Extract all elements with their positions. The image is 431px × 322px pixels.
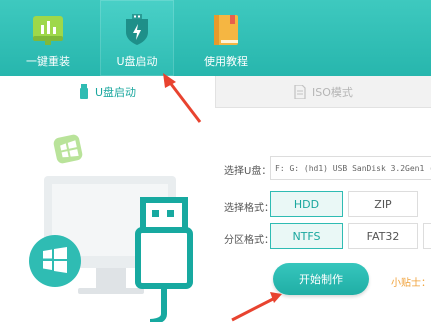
option-fat32[interactable]: FAT32 xyxy=(348,223,418,249)
windows-badge-icon xyxy=(53,134,83,164)
option-hdd[interactable]: HDD xyxy=(270,191,343,217)
chart-board-icon xyxy=(33,16,63,45)
mode-tabs: U盘启动 ISO模式 xyxy=(0,76,431,108)
option-label: NTFS xyxy=(292,229,321,243)
nav-one-click-reinstall[interactable]: 一键重装 xyxy=(12,0,84,76)
red-arrow-icon xyxy=(231,292,282,322)
document-icon xyxy=(294,84,306,99)
windows-logo-icon xyxy=(29,235,81,287)
start-make-button[interactable]: 开始制作 xyxy=(273,263,369,295)
usb-icon xyxy=(79,84,88,99)
tab-iso-mode[interactable]: ISO模式 xyxy=(215,76,431,108)
usb-computer-illustration xyxy=(29,134,193,322)
tab-label: U盘启动 xyxy=(94,86,137,99)
nav-label: 使用教程 xyxy=(204,55,248,68)
usb-plug-icon xyxy=(135,197,193,322)
udisk-select[interactable]: F: G: (hd1) USB SanDisk 3.2Gen1 (U盘) xyxy=(270,156,431,180)
boot-format-label: 选择格式： xyxy=(224,203,274,214)
option-label: FAT32 xyxy=(366,229,400,243)
nav-label: U盘启动 xyxy=(116,55,158,68)
book-icon xyxy=(214,15,238,45)
option-more[interactable] xyxy=(423,223,431,249)
usb-shield-icon xyxy=(126,14,148,45)
tab-usb-boot[interactable]: U盘启动 xyxy=(0,76,215,108)
option-ntfs[interactable]: NTFS xyxy=(270,223,343,249)
option-zip[interactable]: ZIP xyxy=(348,191,418,217)
tab-label: ISO模式 xyxy=(312,85,353,99)
udisk-value: F: G: (hd1) USB SanDisk 3.2Gen1 (U盘) xyxy=(275,164,431,173)
top-nav-bar: 一键重装 U盘启动 使用教程 xyxy=(0,0,431,76)
nav-label: 一键重装 xyxy=(26,55,70,68)
partition-format-label: 分区格式： xyxy=(224,235,274,246)
udisk-label: 选择U盘： xyxy=(224,166,272,177)
start-button-label: 开始制作 xyxy=(299,273,343,286)
tip-text: 小贴士：如 xyxy=(391,278,431,289)
option-label: HDD xyxy=(293,197,320,211)
nav-usb-boot[interactable]: U盘启动 xyxy=(100,0,174,76)
nav-tutorial[interactable]: 使用教程 xyxy=(190,0,262,76)
option-label: ZIP xyxy=(374,197,392,211)
